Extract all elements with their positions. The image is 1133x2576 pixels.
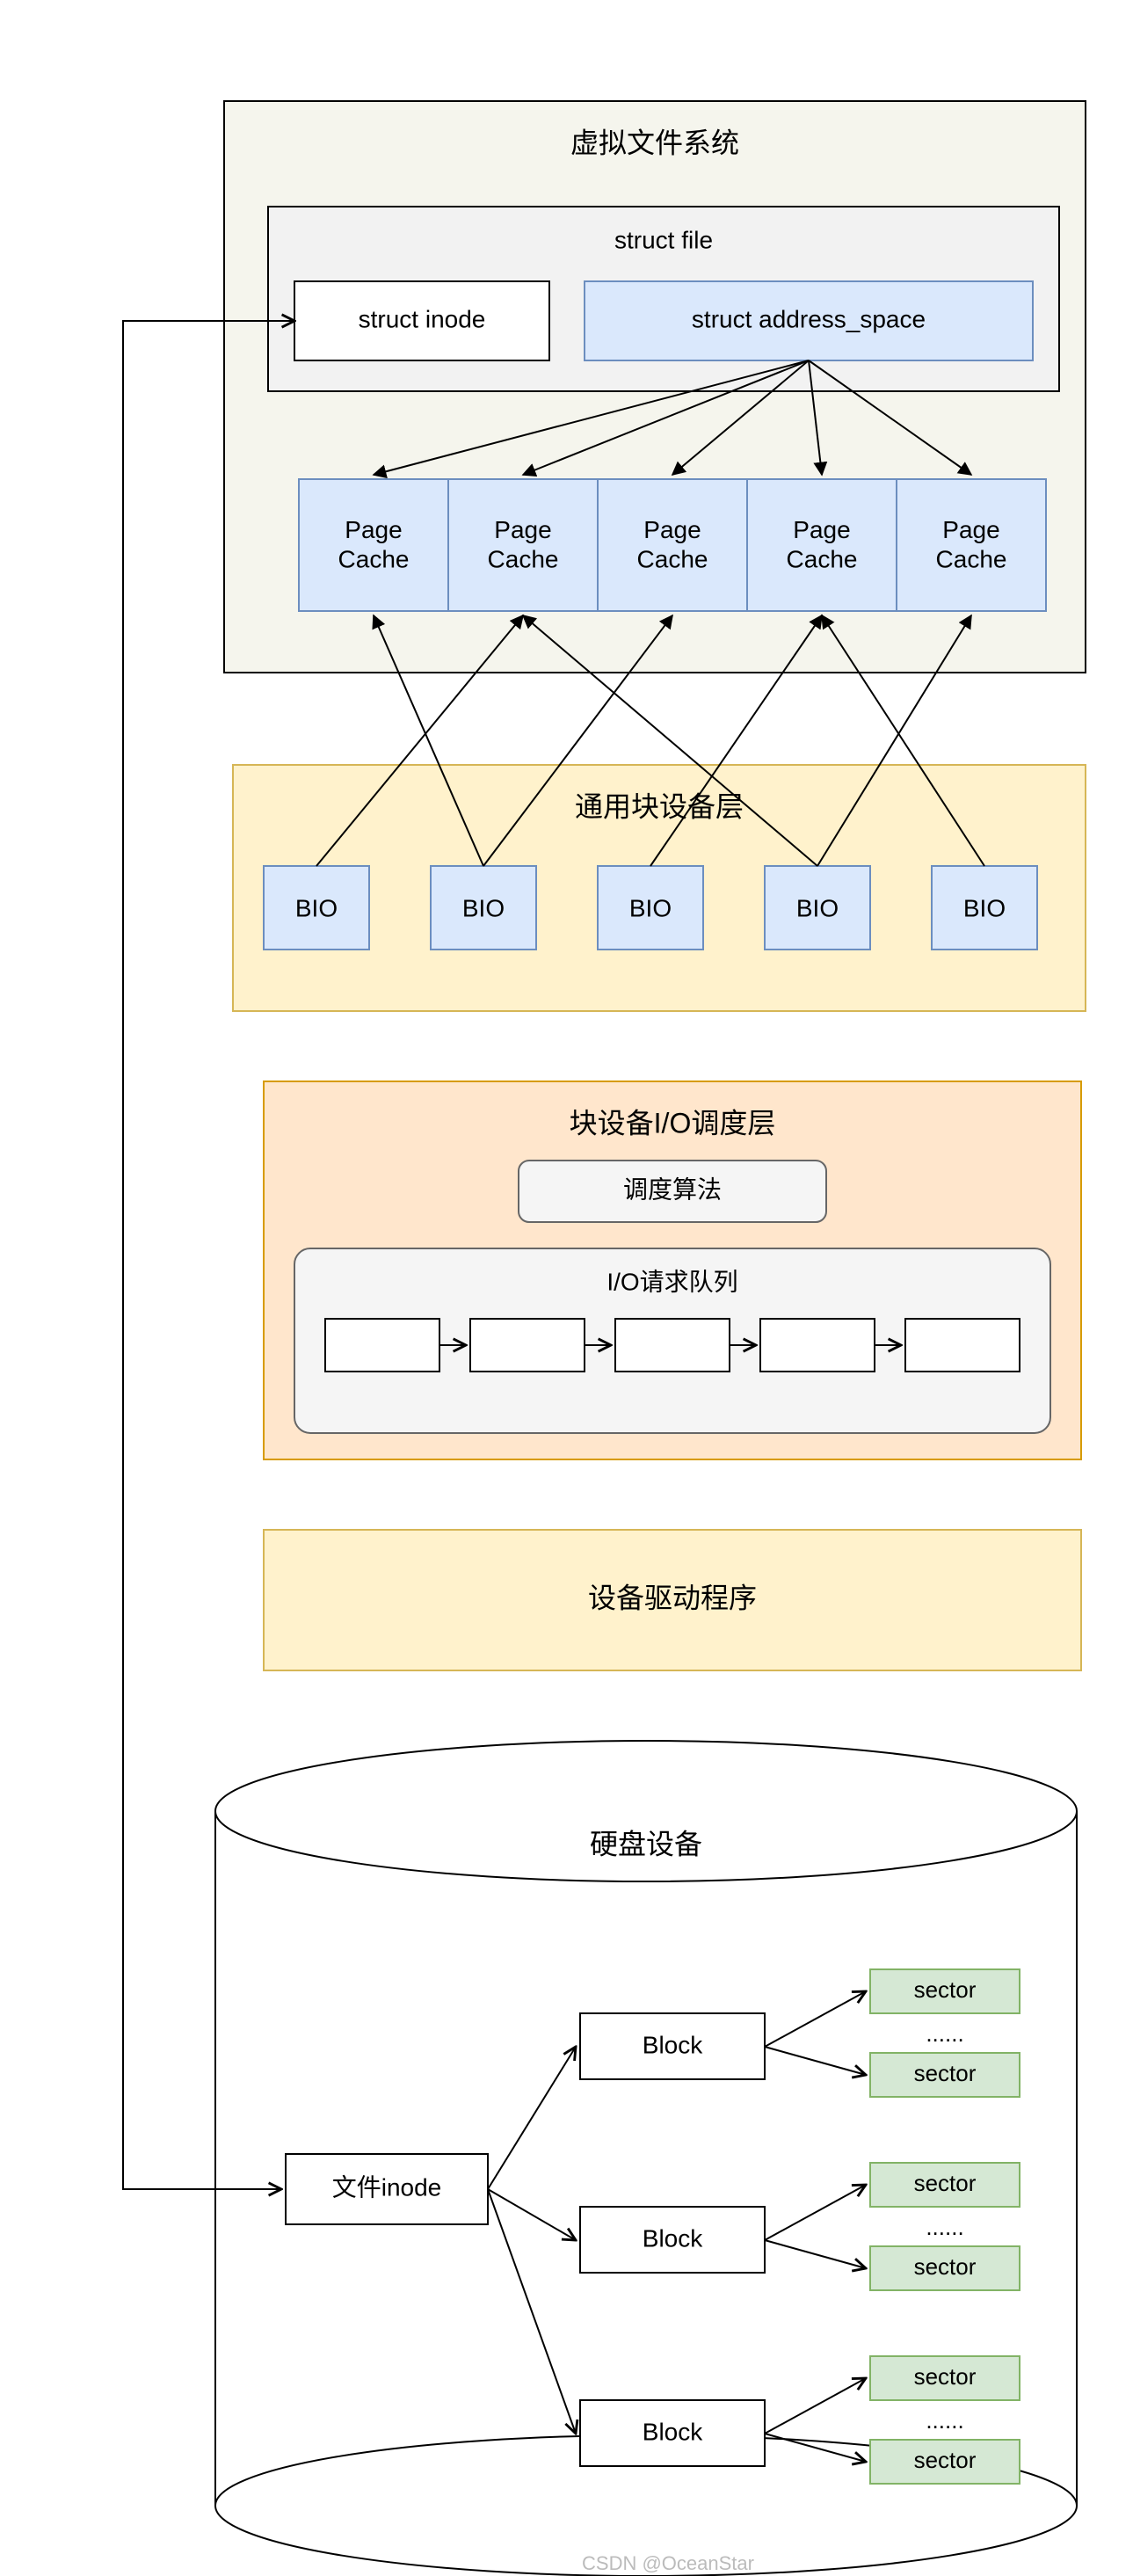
address-space-label: struct address_space	[692, 305, 926, 332]
page-cache-3: PageCache	[747, 479, 897, 611]
disk-title: 硬盘设备	[590, 1828, 702, 1859]
disk-layer: 硬盘设备 文件inode Block Block Block sector ..…	[215, 1741, 1077, 2576]
driver-layer: 设备驱动程序	[264, 1530, 1081, 1670]
page-cache-1: PageCache	[448, 479, 598, 611]
sector-label-3: sector	[914, 2253, 977, 2280]
bio-0: BIO	[264, 866, 369, 950]
blockdev-layer: 通用块设备层 BIO BIO BIO BIO BIO	[233, 615, 1086, 1011]
page-cache-0: PageCache	[299, 479, 448, 611]
sector-label-1: sector	[914, 2060, 977, 2086]
sched-algo-label: 调度算法	[623, 1175, 722, 1203]
sector-label-0: sector	[914, 1976, 977, 2003]
struct-file-box: struct file struct inode struct address_…	[268, 207, 1059, 391]
sector-dots-0: ......	[926, 2020, 963, 2047]
struct-file-label: struct file	[614, 226, 713, 253]
struct-inode-label: struct inode	[359, 305, 486, 332]
io-queue-label: I/O请求队列	[606, 1268, 737, 1295]
blockdev-title: 通用块设备层	[575, 790, 744, 822]
queue-items	[325, 1319, 1020, 1372]
sector-dots-1: ......	[926, 2214, 963, 2240]
page-cache-4: PageCache	[897, 479, 1046, 611]
vfs-title: 虚拟文件系统	[570, 127, 739, 158]
iosched-layer: 块设备I/O调度层 调度算法 I/O请求队列	[264, 1081, 1081, 1459]
block-label-1: Block	[643, 2224, 703, 2252]
bio-3: BIO	[765, 866, 870, 950]
block-label-0: Block	[643, 2031, 703, 2058]
watermark: CSDN @OceanStar	[582, 2552, 754, 2574]
bio-label-2: BIO	[629, 894, 672, 921]
bio-label-3: BIO	[796, 894, 839, 921]
bio-4: BIO	[932, 866, 1037, 950]
file-inode-label: 文件inode	[332, 2173, 442, 2201]
bio-label-0: BIO	[295, 894, 338, 921]
sector-label-4: sector	[914, 2363, 977, 2390]
sector-label-2: sector	[914, 2170, 977, 2196]
block-label-2: Block	[643, 2418, 703, 2445]
page-cache-2: PageCache	[598, 479, 747, 611]
vfs-layer: 虚拟文件系统 struct file struct inode struct a…	[224, 101, 1086, 673]
sector-dots-2: ......	[926, 2407, 963, 2434]
bio-label-4: BIO	[963, 894, 1006, 921]
iosched-title: 块设备I/O调度层	[570, 1107, 776, 1139]
driver-title: 设备驱动程序	[588, 1582, 757, 1613]
bio-1: BIO	[431, 866, 536, 950]
bio-2: BIO	[598, 866, 703, 950]
page-cache-group: PageCache PageCache PageCache PageCache …	[299, 479, 1046, 611]
sector-label-5: sector	[914, 2447, 977, 2473]
bio-label-1: BIO	[462, 894, 505, 921]
